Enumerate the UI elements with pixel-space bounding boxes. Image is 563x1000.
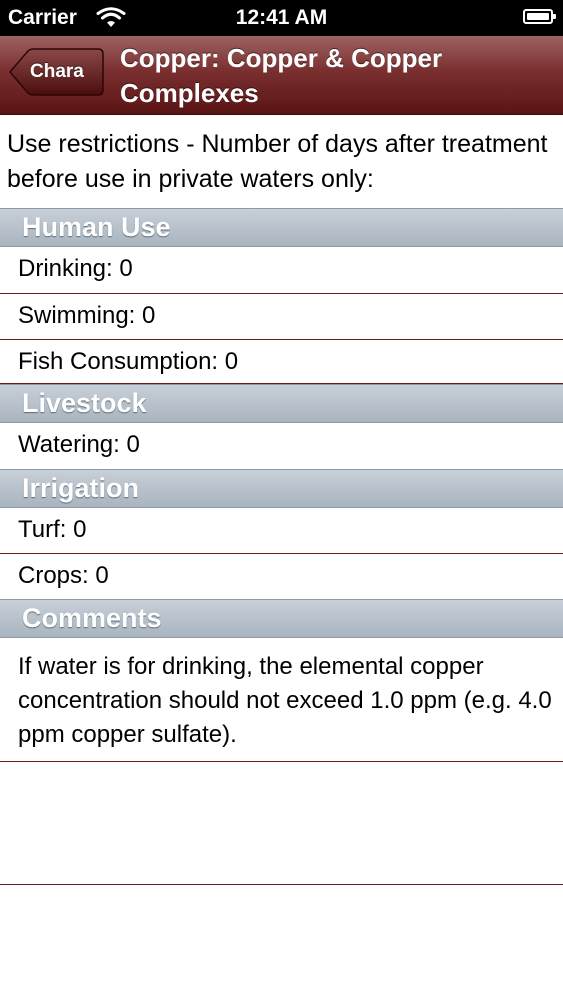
comment-text: If water is for drinking, the elemental … bbox=[18, 653, 552, 748]
section-title: Livestock bbox=[22, 388, 147, 418]
section-header-irrigation: Irrigation bbox=[0, 469, 563, 508]
status-bar: Carrier 12:41 AM bbox=[0, 0, 563, 36]
section-header-comments: Comments bbox=[0, 599, 563, 638]
section-title: Comments bbox=[22, 603, 162, 633]
back-button-label: Chara bbox=[30, 61, 84, 82]
list-item-fish-consumption: Fish Consumption: 0 bbox=[0, 340, 563, 384]
navigation-bar: Chara Copper: Copper & Copper Complexes bbox=[0, 36, 563, 115]
back-button[interactable]: Chara bbox=[8, 48, 104, 96]
section-header-livestock: Livestock bbox=[0, 384, 563, 423]
divider bbox=[0, 884, 563, 885]
divider bbox=[0, 761, 563, 762]
list-item-swimming: Swimming: 0 bbox=[0, 294, 563, 340]
clock: 12:41 AM bbox=[235, 6, 328, 29]
intro-text: Use restrictions - Number of days after … bbox=[7, 130, 548, 193]
list-item-crops: Crops: 0 bbox=[18, 562, 109, 589]
list-item-watering: Watering: 0 bbox=[18, 431, 140, 458]
section-title: Human Use bbox=[22, 212, 171, 242]
page-title: Copper: Copper & Copper Complexes bbox=[120, 43, 443, 108]
section-title: Irrigation bbox=[22, 473, 140, 503]
list-item-drinking: Drinking: 0 bbox=[0, 247, 563, 294]
battery-icon bbox=[523, 9, 556, 24]
list-item-turf: Turf: 0 bbox=[0, 508, 563, 554]
section-header-human-use: Human Use bbox=[0, 208, 563, 247]
